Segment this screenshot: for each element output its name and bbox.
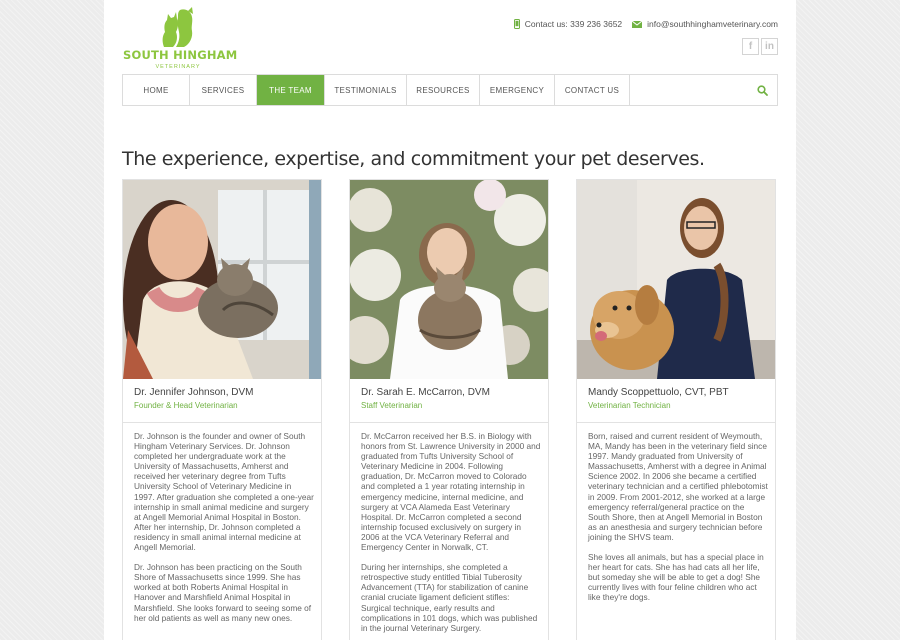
phone-icon	[513, 19, 520, 29]
team-card-mandy-scoppettuolo: Mandy Scoppettuolo, CVT, PBT Veterinaria…	[576, 179, 776, 640]
bio-paragraph: Dr. McCarron received her B.S. in Biolog…	[361, 431, 541, 553]
search-button[interactable]	[747, 75, 777, 105]
nav-resources[interactable]: RESOURCES	[407, 75, 480, 105]
pet-silhouette-logo-icon	[162, 7, 193, 47]
nav-services[interactable]: SERVICES	[190, 75, 257, 105]
search-icon	[756, 84, 768, 96]
facebook-icon[interactable]: f	[742, 38, 759, 55]
team-member-name: Mandy Scoppettuolo, CVT, PBT	[588, 387, 729, 398]
team-member-role: Staff Veterinarian	[361, 401, 423, 410]
contact-email[interactable]: info@southhinghamveterinary.com	[632, 19, 778, 29]
contact-info: Contact us: 339 236 3652 info@southhingh…	[504, 19, 778, 29]
social-links: f in	[740, 38, 778, 55]
nav-emergency[interactable]: EMERGENCY	[480, 75, 555, 105]
contact-email-text: info@southhinghamveterinary.com	[647, 19, 778, 29]
page-tagline: The experience, expertise, and commitmen…	[122, 148, 705, 170]
logo-subtitle: VETERINARY	[155, 64, 201, 70]
team-card-jennifer-johnson: Dr. Jennifer Johnson, DVM Founder & Head…	[122, 179, 322, 640]
team-member-name: Dr. Sarah E. McCarron, DVM	[361, 387, 490, 398]
contact-phone[interactable]: Contact us: 339 236 3652	[513, 19, 623, 29]
card-divider	[123, 422, 321, 423]
page-container: SOUTH HINGHAM VETERINARY Contact us: 339…	[104, 0, 796, 640]
team-photo-jennifer-johnson	[123, 180, 321, 379]
contact-phone-text: Contact us: 339 236 3652	[524, 19, 623, 29]
logo-name: SOUTH HINGHAM	[123, 48, 238, 62]
team-member-role: Veterinarian Technician	[588, 401, 671, 410]
nav-testimonials[interactable]: TESTIMONIALS	[325, 75, 407, 105]
card-divider	[350, 422, 548, 423]
team-member-bio: Born, raised and current resident of Wey…	[588, 431, 768, 613]
team-photo-mandy-scoppettuolo	[577, 180, 775, 379]
nav-contact-us[interactable]: CONTACT US	[555, 75, 630, 105]
linkedin-icon[interactable]: in	[761, 38, 778, 55]
main-navigation: HOME SERVICES THE TEAM TESTIMONIALS RESO…	[122, 74, 778, 106]
card-divider	[577, 422, 775, 423]
team-member-bio: Dr. McCarron received her B.S. in Biolog…	[361, 431, 541, 640]
bio-paragraph: Dr. Johnson has been practicing on the S…	[134, 562, 312, 623]
team-member-name: Dr. Jennifer Johnson, DVM	[134, 387, 254, 398]
bio-paragraph: She loves all animals, but has a special…	[588, 552, 764, 603]
bio-paragraph: Born, raised and current resident of Wey…	[588, 431, 768, 542]
site-logo[interactable]: SOUTH HINGHAM VETERINARY	[123, 6, 238, 70]
nav-the-team[interactable]: THE TEAM	[257, 75, 325, 105]
team-member-bio: Dr. Johnson is the founder and owner of …	[134, 431, 314, 633]
email-icon	[632, 20, 643, 28]
team-card-sarah-mccarron: Dr. Sarah E. McCarron, DVM Staff Veterin…	[349, 179, 549, 640]
team-photo-sarah-mccarron	[350, 180, 548, 379]
team-member-role: Founder & Head Veterinarian	[134, 401, 238, 410]
bio-paragraph: During her internships, she completed a …	[361, 562, 538, 633]
bio-paragraph: Dr. Johnson is the founder and owner of …	[134, 431, 314, 553]
nav-home[interactable]: HOME	[123, 75, 190, 105]
